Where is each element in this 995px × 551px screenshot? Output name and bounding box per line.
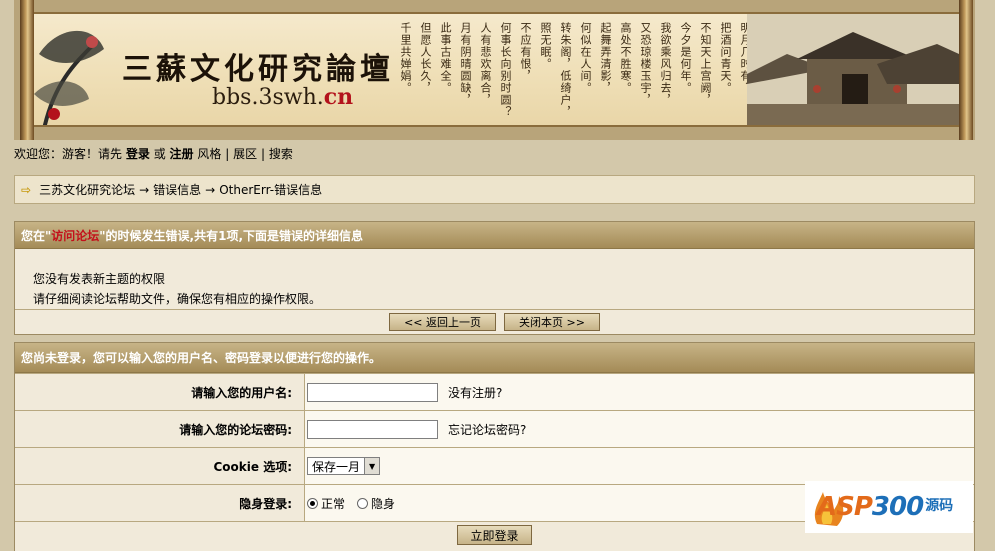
poem-column: 何事长向别时圆？ [499, 22, 512, 118]
username-cell: 没有注册? [305, 374, 974, 410]
watermark-brand-numbers: 300 [871, 492, 924, 522]
login-link[interactable]: 登录 [126, 147, 150, 161]
error-message-line: 您没有发表新主题的权限 [33, 272, 166, 286]
error-head-suffix: "的时候发生错误,共有1项,下面是错误的详细信息 [99, 228, 364, 243]
radio-hidden-label: 隐身 [371, 496, 396, 511]
banner-logo-title: 三蘇文化研究論壇 [122, 52, 394, 87]
register-link[interactable]: 注册 [170, 147, 194, 161]
error-actions: << 返回上一页 关闭本页 >> [15, 309, 974, 334]
password-cell: 忘记论坛密码? [305, 411, 974, 447]
banner-poem: 明月几时有？ 把酒问青天。 不知天上宫阙， 今夕是何年。 我欲乘风归去， 又恐琼… [372, 22, 752, 122]
cookie-label: Cookie 选项: [15, 448, 305, 484]
breadcrumb-separator: → [205, 182, 216, 197]
login-panel-header: 您尚未登录，您可以输入您的用户名、密码登录以便进行您的操作。 [15, 343, 974, 373]
poem-column: 此事古难全。 [439, 22, 452, 94]
poem-column: 起舞弄清影， [599, 22, 612, 94]
watermark-sub: 源码 [925, 498, 954, 514]
no-register-link[interactable]: 没有注册? [448, 384, 502, 401]
breadcrumb-item-error[interactable]: 错误信息 [153, 181, 201, 198]
nav-separator: | [260, 147, 265, 161]
cookie-select[interactable]: 保存一月 ▼ [307, 457, 381, 475]
or-text: 或 [153, 147, 166, 161]
poem-column: 转朱阁，低绮户， [559, 22, 572, 118]
arrow-right-icon: ⇨ [21, 182, 32, 197]
poem-column: 但愿人长久， [419, 22, 432, 94]
top-nav: 欢迎您：游客！请先 登录 或 注册 风格 | 展区 | 搜索 [14, 145, 293, 161]
poem-column: 又恐琼楼玉宇， [639, 22, 652, 106]
back-button[interactable]: << 返回上一页 [389, 313, 496, 331]
poem-column: 何似在人间。 [579, 22, 592, 94]
banner-url-tld: cn [323, 84, 354, 110]
banner-logo-url: bbs.3swh.cn [212, 84, 353, 110]
scroll-rod-right [959, 0, 973, 140]
asp300-watermark: ASP300 源码 [805, 481, 973, 533]
login-submit-button[interactable]: 立即登录 [457, 525, 532, 545]
radio-normal-label: 正常 [321, 496, 346, 511]
cookie-row: Cookie 选项: 保存一月 ▼ [15, 447, 974, 484]
style-link[interactable]: 风格 [197, 147, 221, 161]
poem-column: 今夕是何年。 [679, 22, 692, 94]
radio-option-hidden[interactable]: 隐身 [357, 495, 395, 512]
hidden-login-radios: 正常 隐身 [307, 495, 401, 512]
hidden-login-label: 隐身登录: [15, 485, 305, 521]
error-head-prefix: 您在" [21, 228, 52, 243]
temple-photo [747, 14, 959, 125]
poem-column: 千里共婵娟。 [399, 22, 412, 94]
poem-column: 不知天上宫阙， [699, 22, 712, 106]
password-input[interactable] [307, 419, 438, 439]
nav-separator: | [225, 147, 230, 161]
cookie-selected-value: 保存一月 [312, 459, 361, 474]
radio-normal[interactable] [307, 497, 318, 509]
search-link[interactable]: 搜索 [269, 147, 293, 161]
forgot-password-link[interactable]: 忘记论坛密码? [448, 421, 526, 438]
poem-column: 把酒问青天。 [719, 22, 732, 94]
banner-url-main: bbs.3swh. [212, 85, 324, 110]
password-label: 请输入您的论坛密码: [15, 411, 305, 447]
error-panel-header: 您在" 访问论坛 "的时候发生错误,共有1项,下面是错误的详细信息 [15, 222, 974, 249]
breadcrumb-item-forum[interactable]: 三苏文化研究论坛 [39, 181, 135, 198]
close-page-button[interactable]: 关闭本页 >> [504, 313, 600, 331]
watermark-brand: ASP300 [817, 492, 924, 522]
username-input[interactable] [307, 382, 438, 402]
password-row: 请输入您的论坛密码: 忘记论坛密码? [15, 410, 974, 447]
expand-link[interactable]: 展区 [233, 147, 257, 161]
error-message-body: 您没有发表新主题的权限 请仔细阅读论坛帮助文件，确保您有相应的操作权限。 [15, 249, 974, 309]
poem-column: 高处不胜寒。 [619, 22, 632, 94]
poem-column: 月有阴晴圆缺， [459, 22, 472, 106]
radio-option-normal[interactable]: 正常 [307, 495, 345, 512]
username-row: 请输入您的用户名: 没有注册? [15, 373, 974, 410]
error-help-line: 请仔细阅读论坛帮助文件，确保您有相应的操作权限。 [33, 292, 322, 306]
welcome-text: 欢迎您：游客！请先 [14, 147, 123, 161]
poem-column: 我欲乘风归去， [659, 22, 672, 106]
radio-hidden[interactable] [357, 497, 369, 509]
username-label: 请输入您的用户名: [15, 374, 305, 410]
breadcrumb-item-current: OtherErr-错误信息 [219, 183, 323, 197]
poem-column: 不应有恨， [519, 22, 532, 82]
scroll-rod-left [20, 0, 34, 140]
poem-column: 人有悲欢离合， [479, 22, 492, 106]
breadcrumb-separator: → [139, 182, 150, 197]
forum-banner: 三蘇文化研究論壇 bbs.3swh.cn 明月几时有？ 把酒问青天。 不知天上宫… [14, 0, 975, 140]
error-panel: 您在" 访问论坛 "的时候发生错误,共有1项,下面是错误的详细信息 您没有发表新主题… [14, 221, 975, 335]
breadcrumb: ⇨ 三苏文化研究论坛 → 错误信息 → OtherErr-错误信息 [14, 175, 975, 204]
watermark-brand-letters: ASP [817, 492, 873, 522]
lotus-ink-painting [34, 30, 104, 125]
error-head-highlight: 访问论坛 [51, 228, 100, 243]
chevron-down-icon[interactable]: ▼ [364, 458, 380, 474]
banner-paper: 三蘇文化研究論壇 bbs.3swh.cn 明月几时有？ 把酒问青天。 不知天上宫… [34, 12, 959, 127]
poem-column: 照无眠。 [539, 22, 552, 70]
cookie-cell: 保存一月 ▼ [305, 448, 974, 484]
